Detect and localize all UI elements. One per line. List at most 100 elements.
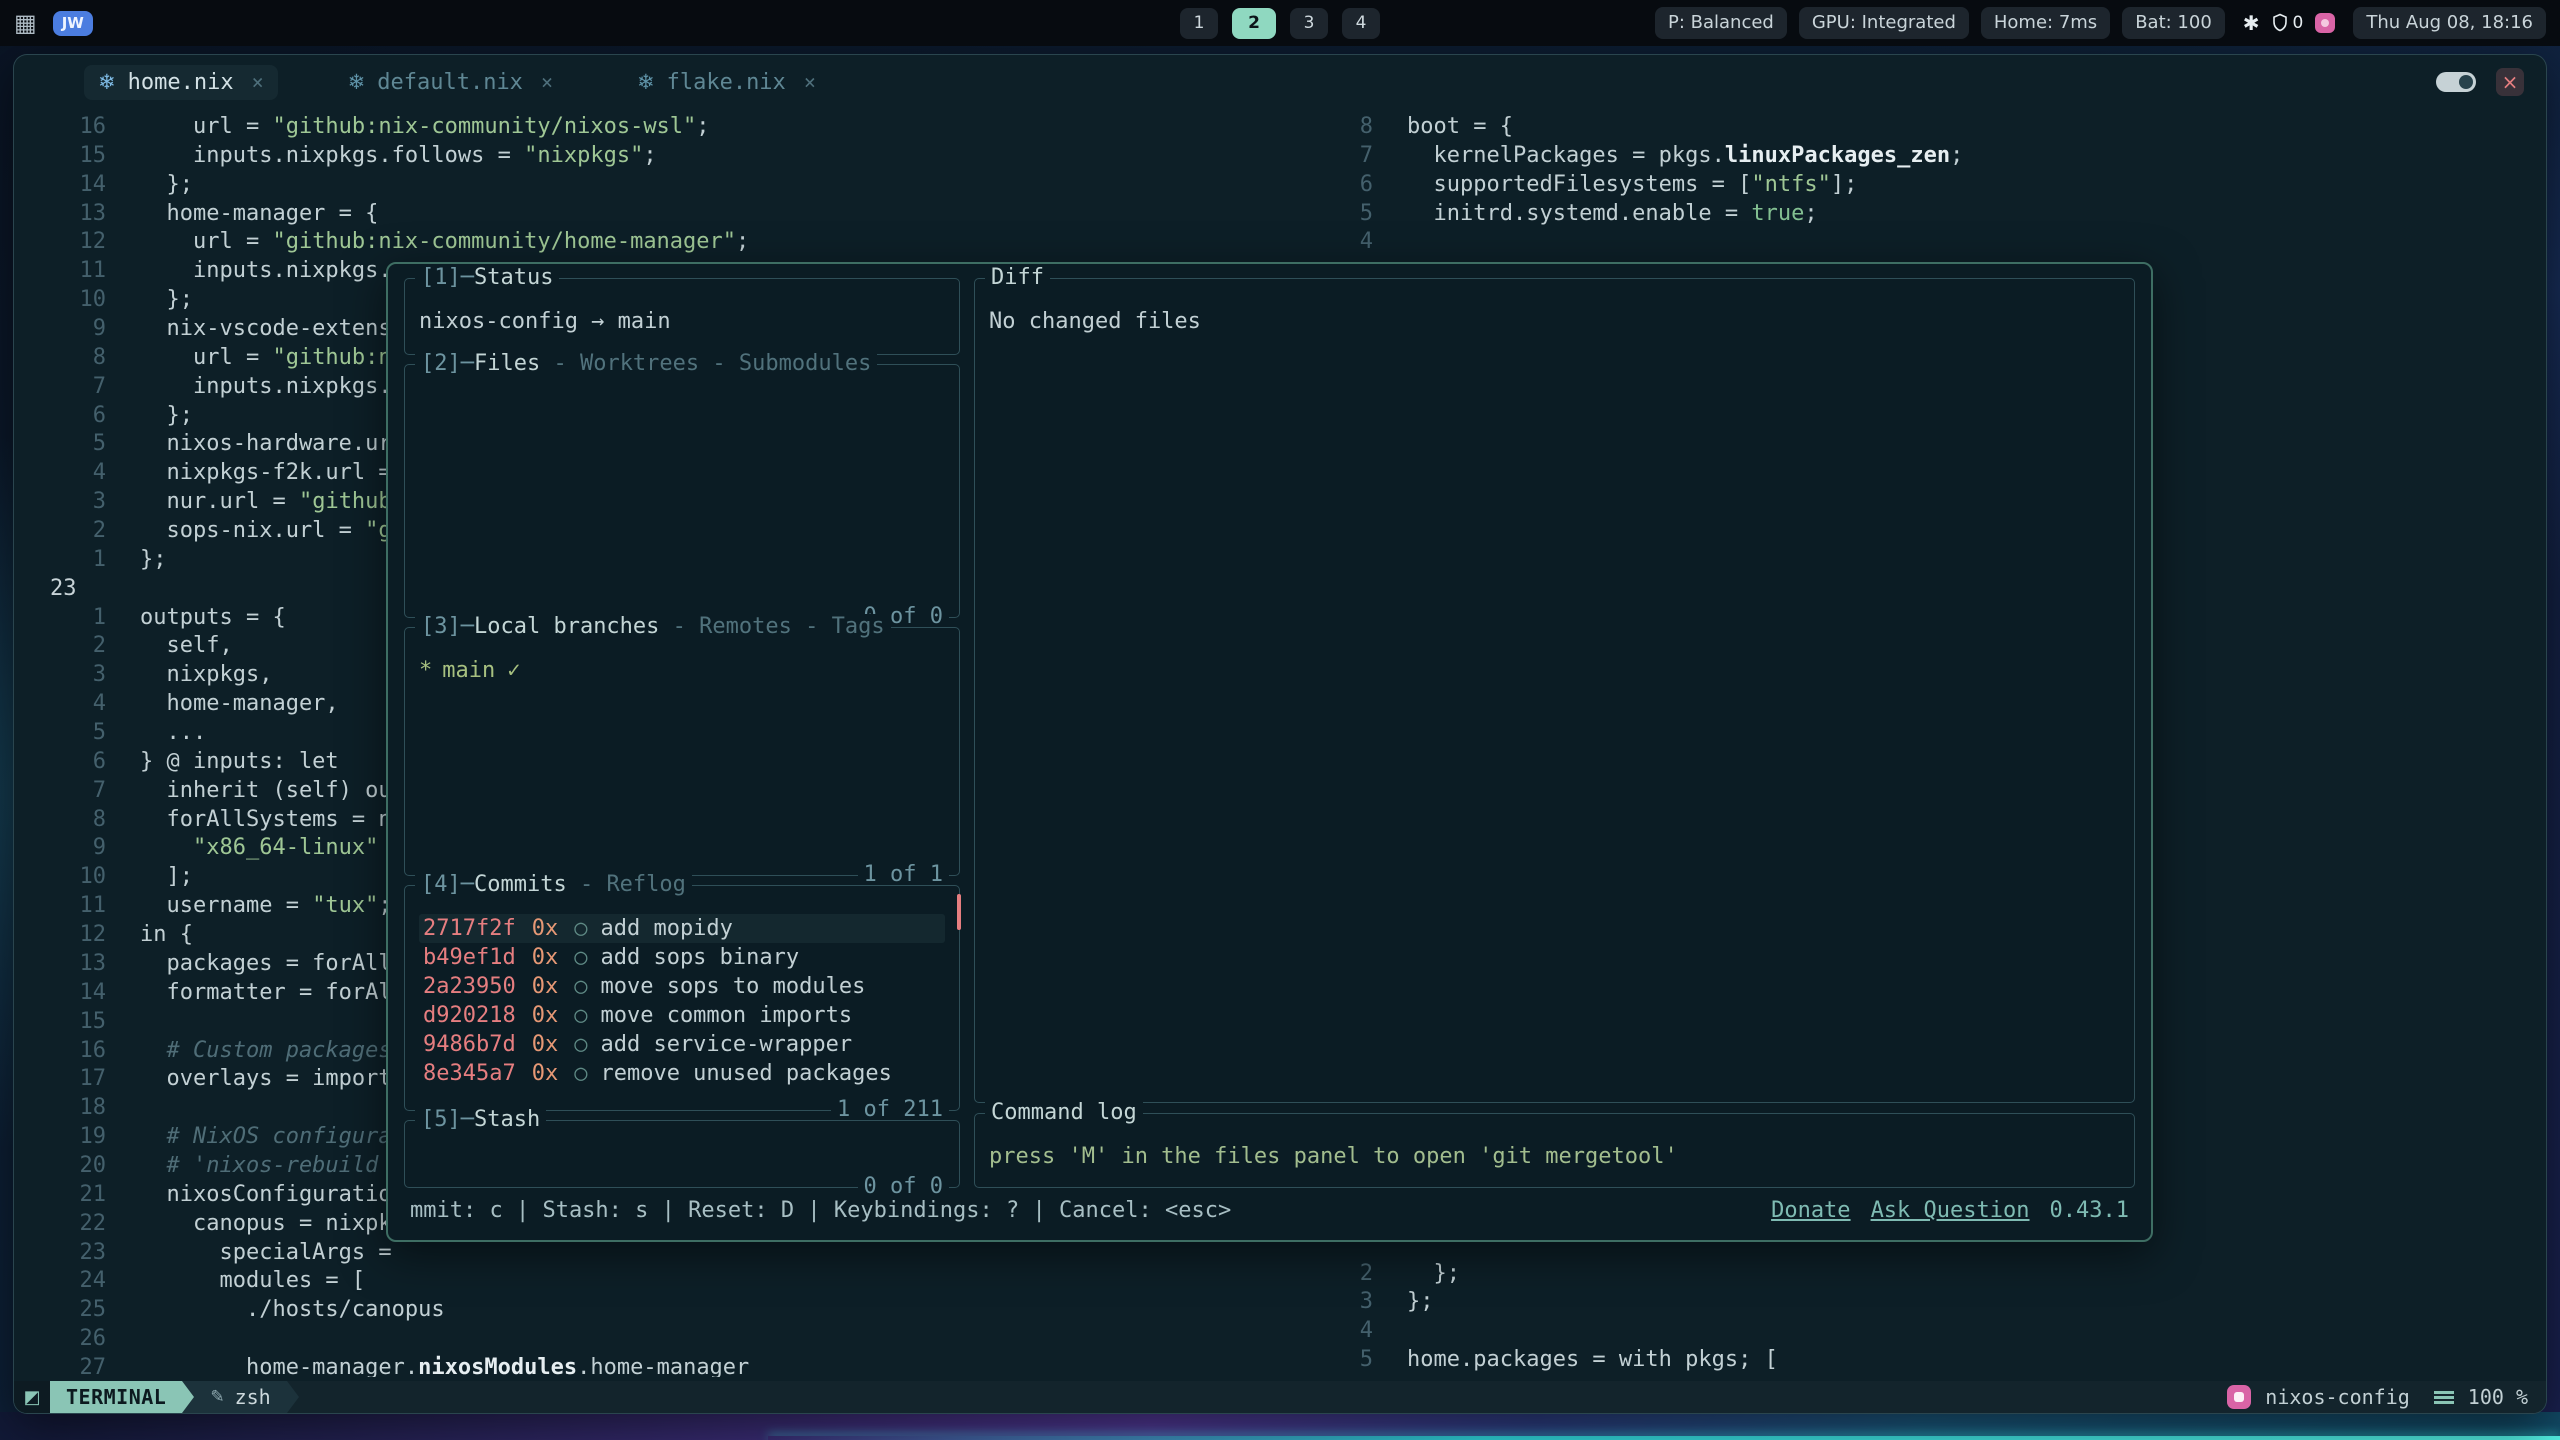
- link-group: Donate Ask Question: [1771, 1198, 2029, 1223]
- line-number: 7: [14, 777, 126, 806]
- palette-icon[interactable]: [2315, 13, 2335, 33]
- code-token: url =: [140, 114, 272, 139]
- code-token: overlays = import: [140, 1066, 392, 1091]
- code-token: };: [140, 547, 167, 572]
- line-number: 12: [14, 921, 126, 950]
- panel-title-text: Status: [474, 265, 553, 290]
- panel-title: [4]─Commits - Reflog: [415, 872, 692, 898]
- line-number: 16: [14, 113, 126, 142]
- code-token: nur.url =: [140, 489, 299, 514]
- lazygit-command-log-panel[interactable]: Command log press 'M' in the files panel…: [974, 1113, 2135, 1188]
- tray-icons: ✱ 0: [2243, 11, 2336, 35]
- lazygit-link-ask-question[interactable]: Ask Question: [1871, 1198, 2030, 1223]
- line-number: 4: [1281, 1317, 1393, 1346]
- mode-indicator: TERMINAL: [50, 1381, 182, 1413]
- nix-snowflake-icon: ❄: [637, 70, 655, 94]
- panel-title: Diff: [985, 265, 1050, 291]
- line-number: 18: [14, 1094, 126, 1123]
- code-token: boot = {: [1407, 114, 1513, 139]
- commit-message: add sops binary: [600, 943, 799, 972]
- workspace-button-4[interactable]: 4: [1342, 8, 1380, 39]
- code-token: ...: [140, 720, 206, 745]
- scrollback-lines-icon: [2434, 1391, 2454, 1404]
- tab-label: home.nix: [128, 70, 234, 95]
- commit-row[interactable]: 8e345a70x○remove unused packages: [419, 1059, 945, 1088]
- workspace-button-2[interactable]: 2: [1232, 8, 1276, 39]
- tab-close-icon[interactable]: ×: [541, 70, 553, 94]
- nix-snowflake-icon: ❄: [348, 70, 366, 94]
- line-number: 11: [14, 257, 126, 286]
- commit-row[interactable]: d9202180x○move common imports: [419, 1001, 945, 1030]
- line-number: 6: [14, 402, 126, 431]
- commit-message: move common imports: [600, 1001, 852, 1030]
- code-token: outputs = {: [140, 605, 286, 630]
- workspace-button-1[interactable]: 1: [1180, 8, 1218, 39]
- code-text: boot = {: [1393, 113, 1513, 142]
- top-bar-left: ▦ JW: [14, 11, 93, 36]
- code-token: specialArgs =: [140, 1240, 392, 1265]
- app-launcher-icon[interactable]: ▦: [14, 11, 37, 35]
- tab-home-nix[interactable]: ❄home.nix×: [84, 65, 278, 100]
- clock[interactable]: Thu Aug 08, 18:16: [2353, 7, 2546, 39]
- lazygit-status-panel[interactable]: [1]─Status nixos-config → main: [404, 278, 960, 355]
- tab-flake-nix[interactable]: ❄flake.nix×: [623, 65, 830, 100]
- code-token: nixosModules: [418, 1355, 577, 1377]
- code-token: packages = forAll: [140, 951, 392, 976]
- lazygit-files-panel[interactable]: [2]─Files - Worktrees - Submodules 0 of …: [404, 364, 960, 618]
- lazygit-stash-panel[interactable]: [5]─Stash 0 of 0: [404, 1120, 960, 1188]
- lazygit-commits-panel[interactable]: [4]─Commits - Reflog 2717f2f0x○add mopid…: [404, 885, 960, 1111]
- code-text: outputs = {: [126, 604, 286, 633]
- code-token: # Custom packages: [140, 1038, 392, 1063]
- workspace-button-3[interactable]: 3: [1290, 8, 1328, 39]
- window-pin-toggle[interactable]: [2436, 72, 2476, 92]
- commit-row[interactable]: 2a239500x○move sops to modules: [419, 972, 945, 1001]
- keybindings-hint: mmit: c | Stash: s | Reset: D | Keybindi…: [410, 1198, 1231, 1223]
- branch-row[interactable]: *main✓: [419, 656, 945, 685]
- tab-close-icon[interactable]: ×: [804, 70, 816, 94]
- code-token: "nixpkgs": [524, 143, 643, 168]
- top-bar-right: P: Balanced GPU: Integrated Home: 7ms Bat: …: [1655, 7, 2546, 39]
- code-token: "github:n: [272, 345, 391, 370]
- lazygit-link-donate[interactable]: Donate: [1771, 1198, 1850, 1223]
- code-token: url =: [140, 229, 272, 254]
- scrollbar-thumb[interactable]: [957, 894, 961, 930]
- home-latency-pill[interactable]: Home: 7ms: [1981, 7, 2110, 39]
- zellij-logo-icon: ◩: [23, 1387, 40, 1408]
- status-bar-left: ◩ TERMINAL ✎ zsh: [14, 1381, 299, 1413]
- tab-label: default.nix: [377, 70, 523, 95]
- code-text: [126, 1008, 140, 1037]
- user-badge[interactable]: JW: [53, 11, 93, 36]
- tab-close-icon[interactable]: ×: [252, 70, 264, 94]
- editor-pane-right-top: 8boot = {7 kernelPackages = pkgs.linuxPa…: [1281, 113, 2546, 257]
- code-text: };: [126, 171, 193, 200]
- commit-row[interactable]: 2717f2f0x○add mopidy: [419, 914, 945, 943]
- powerline-separator: [182, 1381, 194, 1413]
- code-token: } @ inputs: let: [140, 749, 339, 774]
- asterisk-icon[interactable]: ✱: [2243, 11, 2260, 35]
- code-token: home-manager.: [140, 1355, 418, 1377]
- line-number: 4: [14, 690, 126, 719]
- code-text: sops-nix.url = "g: [126, 517, 392, 546]
- commit-row[interactable]: 9486b7d0x○add service-wrapper: [419, 1030, 945, 1059]
- commit-node-icon: ○: [574, 1059, 587, 1088]
- code-text: # Custom packages: [126, 1037, 392, 1066]
- code-line: 23 specialArgs =: [14, 1239, 1281, 1268]
- panel-title-text: Diff: [991, 265, 1044, 290]
- code-line: 14 };: [14, 171, 1281, 200]
- commit-row[interactable]: b49ef1d0x○add sops binary: [419, 943, 945, 972]
- shield-indicator[interactable]: 0: [2272, 13, 2304, 33]
- tab-default-nix[interactable]: ❄ default.nix ×: [334, 65, 567, 100]
- commit-list: 2717f2f0x○add mopidyb49ef1d0x○add sops b…: [419, 914, 945, 1088]
- window-close-button[interactable]: ×: [2496, 68, 2524, 96]
- code-text: url = "github:nix-community/nixos-wsl";: [126, 113, 710, 142]
- code-token: "github:nix-community/home-manager": [272, 229, 736, 254]
- code-token: nixos-hardware.ur: [140, 431, 392, 456]
- power-profile-pill[interactable]: P: Balanced: [1655, 7, 1787, 39]
- code-line: 25 ./hosts/canopus: [14, 1296, 1281, 1325]
- code-text: home-manager,: [126, 690, 339, 719]
- battery-pill[interactable]: Bat: 100: [2122, 7, 2225, 39]
- lazygit-branches-panel[interactable]: [3]─Local branches - Remotes - Tags *mai…: [404, 627, 960, 876]
- branch-list: *main✓: [419, 656, 945, 685]
- gpu-pill[interactable]: GPU: Integrated: [1799, 7, 1969, 39]
- lazygit-diff-panel[interactable]: Diff No changed files: [974, 278, 2135, 1103]
